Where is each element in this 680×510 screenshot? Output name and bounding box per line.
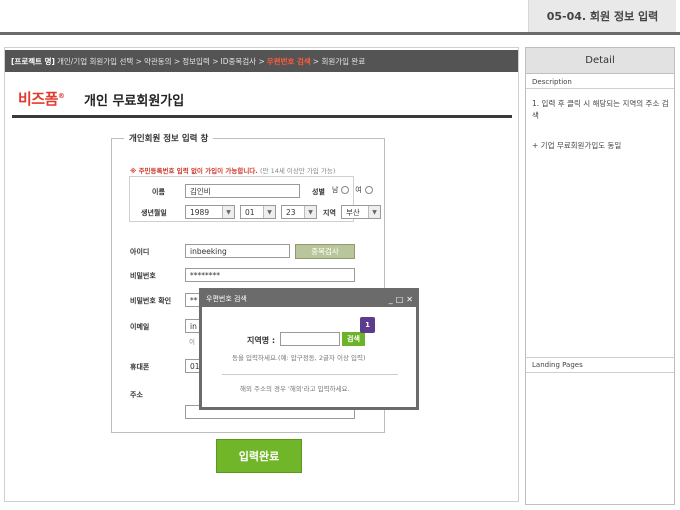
close-icon[interactable]: ✕ bbox=[406, 295, 413, 304]
bizform-logo[interactable]: 비즈폼® bbox=[18, 88, 65, 109]
breadcrumb: [프로젝트 명] 개인/기업 회원가입 선택 > 약관동의 > 정보입력 > I… bbox=[5, 50, 518, 72]
birth-year-select[interactable]: 1989 ▼ bbox=[185, 205, 235, 219]
breadcrumb-step-idcheck[interactable]: ID중복검사 > bbox=[221, 56, 265, 67]
name-label: 이름 bbox=[152, 188, 165, 196]
birth-day-value: 23 bbox=[286, 207, 296, 217]
chevron-down-icon: ▼ bbox=[304, 206, 316, 218]
password-label: 비밀번호 bbox=[130, 272, 156, 280]
region-select[interactable]: 부산 ▼ bbox=[341, 205, 381, 219]
region-label: 지역 bbox=[323, 209, 336, 217]
phone-label: 휴대폰 bbox=[130, 363, 150, 371]
email-label: 이메일 bbox=[130, 323, 150, 331]
address-label: 주소 bbox=[130, 391, 143, 399]
page-title: 개인 무료회원가입 bbox=[84, 94, 185, 109]
name-input[interactable]: 김인비 bbox=[185, 184, 300, 198]
detail-header: Detail bbox=[526, 48, 674, 74]
logo-registered-mark: ® bbox=[57, 92, 65, 100]
password-input[interactable]: ******** bbox=[185, 268, 355, 282]
gender-female-label: 여 bbox=[355, 186, 362, 194]
id-input[interactable]: inbeeking bbox=[185, 244, 290, 258]
region-value: 부산 bbox=[346, 207, 360, 217]
logo-text: 비즈폼 bbox=[18, 90, 58, 108]
title-underline bbox=[12, 115, 512, 118]
notice-text: ※ 주민등록번호 입력 없이 가입이 가능합니다. bbox=[130, 167, 258, 175]
duplicate-check-button[interactable]: 중복검사 bbox=[295, 244, 355, 259]
gender-male-radio[interactable] bbox=[341, 185, 350, 194]
minimize-icon[interactable]: _ bbox=[389, 295, 393, 304]
popup-divider bbox=[222, 374, 398, 375]
breadcrumb-project: [프로젝트 명] bbox=[11, 56, 55, 66]
detail-panel: Detail Description 1. 입력 후 클릭 시 해당되는 지역의… bbox=[525, 47, 675, 505]
popup-region-label: 지역명 : bbox=[247, 336, 276, 345]
submit-button[interactable]: 입력완료 bbox=[216, 439, 302, 473]
top-divider bbox=[0, 32, 680, 35]
popup-title: 우편번호 검색 bbox=[206, 295, 247, 303]
popup-overseas-note: 해외 주소의 경우 '해외'라고 입력하세요. bbox=[240, 385, 350, 393]
popup-region-input[interactable] bbox=[280, 332, 340, 346]
description-item-1: 1. 입력 후 클릭 시 해당되는 지역의 주소 검색 bbox=[532, 99, 669, 120]
gender-female-radio[interactable] bbox=[364, 185, 373, 194]
birth-month-value: 01 bbox=[245, 207, 255, 217]
landing-pages-header: Landing Pages bbox=[526, 357, 674, 373]
popup-window-controls: _ □ ✕ bbox=[389, 295, 416, 304]
registration-notice: ※ 주민등록번호 입력 없이 가입이 가능합니다. (만 14세 이상만 가입 … bbox=[130, 165, 335, 175]
description-item-2: + 기업 무료회원가입도 동일 bbox=[532, 141, 622, 150]
gender-male-label: 남 bbox=[332, 186, 339, 194]
popup-hint: 동을 입력하세요.(예: 압구정동, 2글자 이상 입력) bbox=[232, 354, 366, 362]
breadcrumb-step-info[interactable]: 정보입력 > bbox=[182, 56, 218, 67]
chevron-down-icon: ▼ bbox=[222, 206, 234, 218]
notice-age-note: (만 14세 이상만 가입 가능) bbox=[260, 167, 336, 175]
chevron-down-icon: ▼ bbox=[263, 206, 275, 218]
breadcrumb-step-terms[interactable]: 약관동의 > bbox=[144, 56, 180, 67]
maximize-icon[interactable]: □ bbox=[396, 295, 404, 304]
birth-label: 생년월일 bbox=[141, 209, 167, 217]
birth-year-value: 1989 bbox=[190, 207, 210, 217]
birth-month-select[interactable]: 01 ▼ bbox=[240, 205, 276, 219]
breadcrumb-step-select[interactable]: 개인/기업 회원가입 선택 > bbox=[57, 56, 142, 67]
birth-day-select[interactable]: 23 ▼ bbox=[281, 205, 317, 219]
id-label: 아이디 bbox=[130, 248, 150, 256]
popup-search-button[interactable]: 검색 bbox=[342, 332, 365, 346]
annotation-badge: 1 bbox=[360, 317, 375, 333]
gender-radio-group: 남 여 bbox=[332, 185, 373, 195]
page-code: 05-04. 회원 정보 입력 bbox=[528, 0, 676, 32]
breadcrumb-step-zipcode[interactable]: 우편번호 검색 bbox=[267, 56, 311, 67]
fieldset-legend: 개인회원 정보 입력 창 bbox=[124, 132, 214, 144]
zipcode-search-popup: 우편번호 검색 _ □ ✕ 지역명 : 검색 1 동을 입력하세요.(예: 압구… bbox=[199, 288, 419, 410]
breadcrumb-step-complete[interactable]: > 회원가입 완료 bbox=[313, 56, 365, 67]
gender-label: 성별 bbox=[312, 188, 325, 196]
popup-titlebar[interactable]: 우편번호 검색 _ □ ✕ bbox=[202, 291, 416, 307]
password-confirm-label: 비밀번호 확인 bbox=[130, 297, 172, 305]
chevron-down-icon: ▼ bbox=[368, 206, 380, 218]
description-header: Description bbox=[526, 75, 674, 89]
email-note: 이 bbox=[189, 338, 195, 346]
